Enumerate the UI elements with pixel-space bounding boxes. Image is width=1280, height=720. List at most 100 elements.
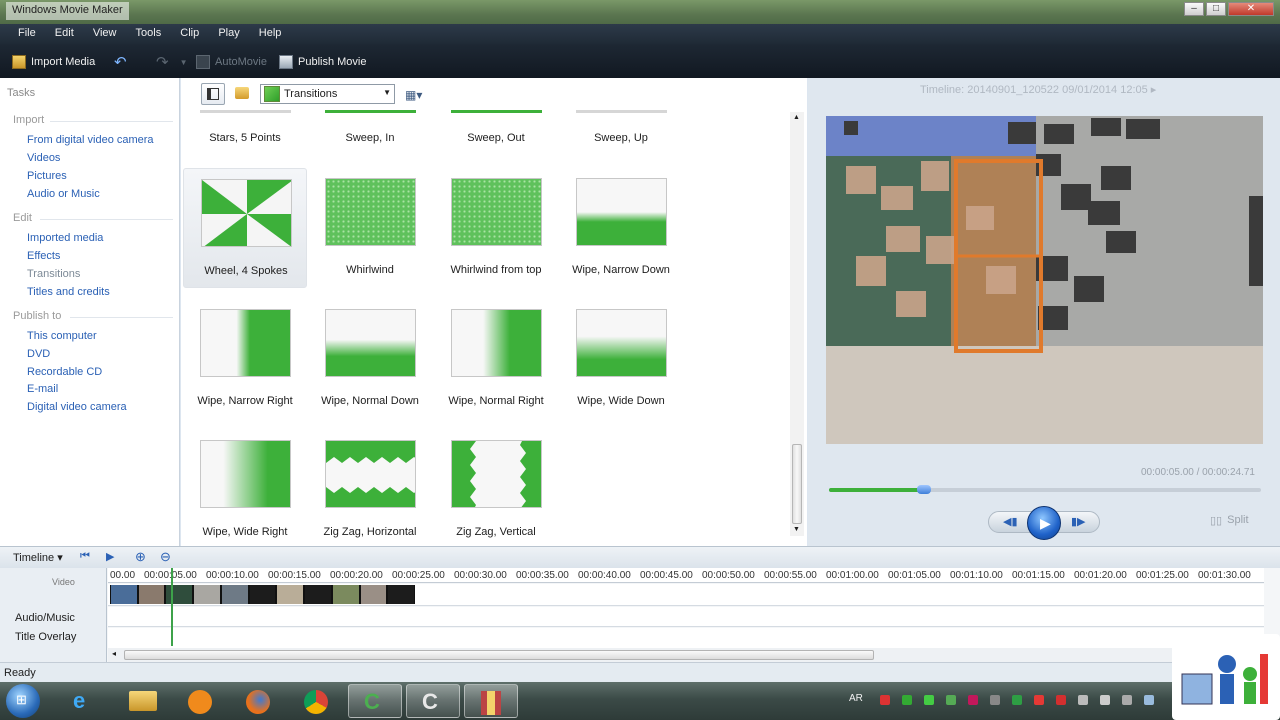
content-scrollbar[interactable]: ▲ ▼ <box>790 112 804 536</box>
tray-icon-8[interactable] <box>1034 695 1044 705</box>
track-label-audio-music: Audio/Music <box>15 612 75 624</box>
link-this-computer[interactable]: This computer <box>27 330 97 342</box>
transition-item[interactable]: Stars, 5 Points <box>183 110 307 144</box>
close-button[interactable]: ✕ <box>1228 2 1274 16</box>
link-e-mail[interactable]: E-mail <box>27 383 58 395</box>
automovie-button[interactable]: AutoMovie <box>196 53 267 71</box>
menu-view[interactable]: View <box>85 24 125 42</box>
menu-file[interactable]: File <box>10 24 44 42</box>
taskbar-ie[interactable]: e <box>58 684 112 718</box>
network-icon[interactable] <box>1078 695 1088 705</box>
audio-track[interactable] <box>108 607 1264 627</box>
link-titles-and-credits[interactable]: Titles and credits <box>27 286 110 298</box>
time-ruler[interactable]: 00.0000:00:05.0000:00:10.0000:00:15.0000… <box>108 568 1264 583</box>
menu-play[interactable]: Play <box>210 24 247 42</box>
tray-icon-4[interactable] <box>946 695 956 705</box>
transition-wipe-wide-right[interactable]: Wipe, Wide Right <box>183 430 307 546</box>
scroll-up-icon[interactable]: ▲ <box>793 114 800 121</box>
menu-edit[interactable]: Edit <box>47 24 82 42</box>
volume-icon[interactable] <box>1100 695 1110 705</box>
taskbar-movie-maker[interactable] <box>464 684 518 718</box>
link-videos[interactable]: Videos <box>27 152 60 164</box>
tray-icon-7[interactable] <box>1012 695 1022 705</box>
tray-icon-6[interactable] <box>990 695 1000 705</box>
link-effects[interactable]: Effects <box>27 250 60 262</box>
menu-tools[interactable]: Tools <box>128 24 170 42</box>
scroll-left-icon[interactable]: ◂ <box>112 649 116 658</box>
tray-icon-1[interactable] <box>880 695 890 705</box>
taskbar-chrome[interactable] <box>290 684 344 718</box>
tray-icon-9[interactable] <box>1056 695 1066 705</box>
divider <box>40 219 173 220</box>
previous-frame-icon[interactable]: ◀▮ <box>1003 515 1018 528</box>
link-recordable-cd[interactable]: Recordable CD <box>27 366 102 378</box>
link-digital-video-camera[interactable]: Digital video camera <box>27 401 127 413</box>
transition-item[interactable]: Sweep, In <box>308 110 432 144</box>
taskbar-explorer[interactable] <box>116 684 170 718</box>
menu-help[interactable]: Help <box>251 24 290 42</box>
seek-handle[interactable] <box>917 485 932 494</box>
transition-wipe-narrow-right[interactable]: Wipe, Narrow Right <box>183 299 307 419</box>
transition-whirlwind-from-top[interactable]: Whirlwind from top <box>434 168 558 288</box>
collections-button[interactable] <box>231 83 255 105</box>
tray-icon-2[interactable] <box>902 695 912 705</box>
tasks-toggle-button[interactable] <box>201 83 225 105</box>
taskbar-camtasia[interactable]: C <box>348 684 402 718</box>
video-track[interactable] <box>108 584 1264 606</box>
scroll-down-icon[interactable]: ▼ <box>793 526 800 533</box>
publish-movie-button[interactable]: Publish Movie <box>279 53 366 71</box>
next-frame-icon[interactable]: ▮▶ <box>1071 515 1086 528</box>
link-dvd[interactable]: DVD <box>27 348 50 360</box>
transition-wipe-narrow-down[interactable]: Wipe, Narrow Down <box>559 168 683 288</box>
ruler-tick-label: 00:00:45.00 <box>640 570 693 581</box>
transition-wipe-normal-right[interactable]: Wipe, Normal Right <box>434 299 558 419</box>
undo-button[interactable]: ↶ <box>114 53 127 71</box>
start-button[interactable]: ⊞ <box>6 684 40 718</box>
timeline-scrollbar[interactable]: ◂ <box>108 648 1264 662</box>
rewind-timeline-icon[interactable]: ⏮ <box>80 550 90 563</box>
transition-wipe-wide-down[interactable]: Wipe, Wide Down <box>559 299 683 419</box>
play-button[interactable]: ▶ <box>1027 506 1061 540</box>
split-button[interactable]: ▯▯ Split <box>1210 514 1249 527</box>
zoom-out-icon[interactable]: ⊖ <box>160 549 171 565</box>
zoom-in-icon[interactable]: ⊕ <box>135 549 146 565</box>
video-clip[interactable] <box>110 585 415 604</box>
menu-clip[interactable]: Clip <box>172 24 207 42</box>
camtasia-recorder-icon: C <box>422 689 438 714</box>
taskbar-media-player[interactable] <box>174 684 228 718</box>
tray-icon-3[interactable] <box>924 695 934 705</box>
view-options-button[interactable]: ▦▾ <box>405 88 422 102</box>
timeline-view-toggle[interactable]: Timeline ▾ <box>13 551 63 564</box>
transition-label: Wipe, Normal Down <box>321 395 419 407</box>
collection-dropdown[interactable]: Transitions ▼ <box>260 84 395 104</box>
scroll-thumb[interactable] <box>792 444 802 524</box>
link-imported-media[interactable]: Imported media <box>27 232 103 244</box>
playhead[interactable] <box>171 568 173 646</box>
link-audio-or-music[interactable]: Audio or Music <box>27 188 100 200</box>
play-timeline-icon[interactable]: ▶ <box>106 550 114 563</box>
link-pictures[interactable]: Pictures <box>27 170 67 182</box>
transition-wheel-4-spokes[interactable]: Wheel, 4 Spokes <box>183 168 307 288</box>
language-indicator[interactable]: AR <box>849 693 863 704</box>
link-from-digital-video-camera[interactable]: From digital video camera <box>27 134 154 146</box>
taskbar-camtasia-recorder[interactable]: C <box>406 684 460 718</box>
maximize-button[interactable]: □ <box>1206 2 1226 16</box>
timeline-toolbar: Timeline ▾ ⏮ ▶ ⊕ ⊖ <box>0 546 1280 568</box>
minimize-button[interactable]: – <box>1184 2 1204 16</box>
wifi-icon[interactable] <box>1144 695 1154 705</box>
link-transitions[interactable]: Transitions <box>27 268 80 280</box>
transition-zig-zag-horizontal[interactable]: Zig Zag, Horizontal <box>308 430 432 546</box>
tray-icon-5[interactable] <box>968 695 978 705</box>
transition-item[interactable]: Sweep, Out <box>434 110 558 144</box>
redo-button[interactable]: ↷ ▼ <box>156 53 188 71</box>
seek-bar[interactable] <box>829 485 1261 494</box>
transition-zig-zag-vertical[interactable]: Zig Zag, Vertical <box>434 430 558 546</box>
battery-icon[interactable] <box>1122 695 1132 705</box>
transition-item[interactable]: Sweep, Up <box>559 110 683 144</box>
transition-wipe-normal-down[interactable]: Wipe, Normal Down <box>308 299 432 419</box>
transition-whirlwind[interactable]: Whirlwind <box>308 168 432 288</box>
import-media-button[interactable]: Import Media <box>12 53 95 71</box>
title-overlay-track[interactable] <box>108 628 1264 648</box>
scroll-thumb[interactable] <box>124 650 874 660</box>
taskbar-firefox[interactable] <box>232 684 286 718</box>
